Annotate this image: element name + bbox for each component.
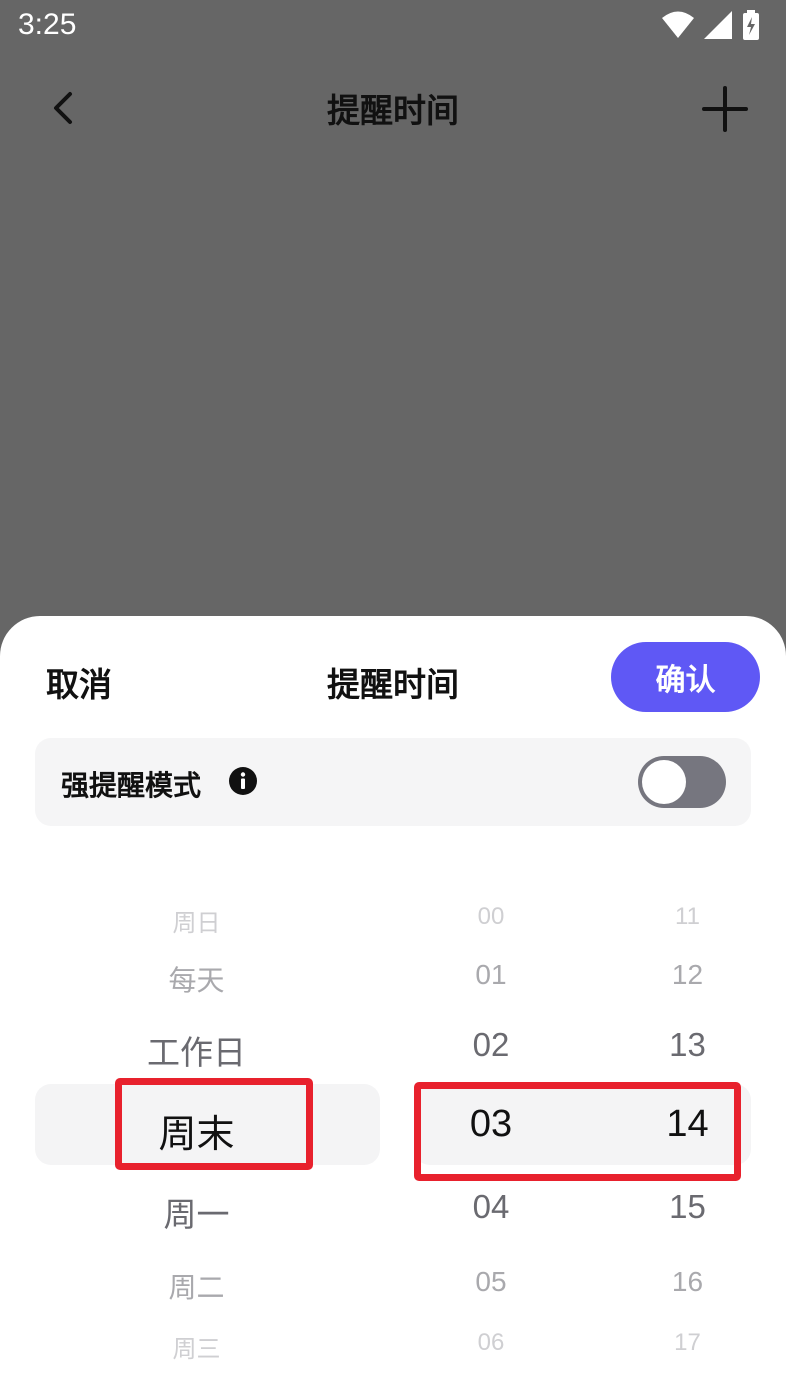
picker-item[interactable]: 01	[393, 959, 589, 991]
app-bar: 提醒时间	[0, 70, 786, 150]
picker-item[interactable]: 17	[589, 1329, 786, 1357]
annotation-box-day	[115, 1078, 313, 1170]
picker-item[interactable]: 工作日	[0, 1026, 393, 1074]
battery-charging-icon	[743, 10, 759, 40]
hour-picker-column[interactable]: 00 01 02 03 04 05 06	[393, 616, 589, 1398]
status-bar: 3:25	[0, 0, 786, 56]
minute-picker-column[interactable]: 11 12 13 14 15 16 17	[589, 616, 786, 1398]
picker-item[interactable]: 16	[589, 1266, 786, 1298]
picker-item[interactable]: 周二	[0, 1266, 393, 1306]
picker-item[interactable]: 06	[393, 1329, 589, 1357]
annotation-box-time	[414, 1082, 741, 1181]
picker-item[interactable]: 00	[393, 903, 589, 931]
wifi-icon	[662, 11, 694, 38]
status-icons	[662, 10, 760, 40]
picker-item[interactable]: 13	[589, 1026, 786, 1064]
plus-icon[interactable]	[702, 86, 748, 132]
picker-item[interactable]: 周三	[0, 1329, 393, 1364]
page-title: 提醒时间	[327, 91, 459, 130]
picker-item[interactable]: 04	[393, 1188, 589, 1226]
picker-item[interactable]: 周一	[0, 1188, 393, 1236]
cellular-signal-icon	[704, 11, 732, 39]
picker-item[interactable]: 每天	[0, 959, 393, 999]
status-time: 3:25	[18, 8, 77, 41]
picker-item[interactable]: 05	[393, 1266, 589, 1298]
picker-item[interactable]: 12	[589, 959, 786, 991]
day-picker-column[interactable]: 周日 每天 工作日 周末 周一 周二 周三	[0, 616, 393, 1398]
picker-item[interactable]: 11	[589, 903, 786, 931]
picker-item[interactable]: 周日	[0, 903, 393, 938]
reminder-time-sheet: 取消 提醒时间 确认 强提醒模式 周日 每天 工作日 周末 周一 周二 周三 0…	[0, 616, 786, 1398]
picker-item[interactable]: 02	[393, 1026, 589, 1064]
picker-item[interactable]: 15	[589, 1188, 786, 1226]
